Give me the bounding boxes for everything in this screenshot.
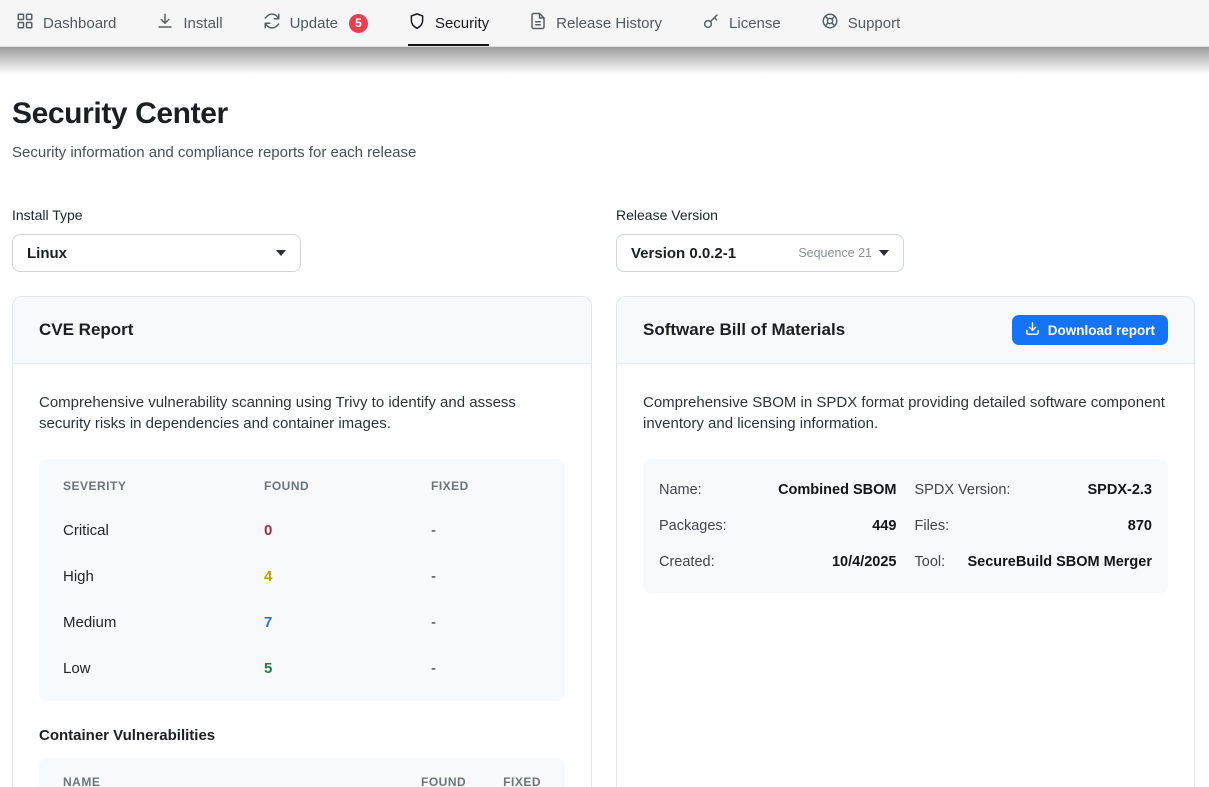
info-value: 449 [872,518,896,534]
install-type-label: Install Type [12,207,592,223]
sbom-info-table: Name: Combined SBOM SPDX Version: SPDX-2… [643,459,1168,593]
severity-table: SEVERITY FOUND FIXED Critical 0 - High 4… [39,459,565,701]
found-count: 5 [264,660,431,677]
install-type-value: Linux [27,245,67,262]
fixed-count: - [431,660,541,677]
page-subtitle: Security information and compliance repo… [12,144,1195,161]
container-vulnerabilities-title: Container Vulnerabilities [39,727,565,744]
nav-item-dashboard[interactable]: Dashboard [16,0,116,46]
chevron-down-icon [276,250,286,256]
nav-item-label: Support [848,15,901,32]
fixed-column-header: FIXED [431,479,541,493]
release-version-label: Release Version [616,207,1195,223]
release-version-select[interactable]: Version 0.0.2-1 Sequence 21 [616,234,904,272]
cve-card-title: CVE Report [39,320,133,340]
sbom-card: Software Bill of Materials Download repo… [616,296,1195,787]
cve-card-body: Comprehensive vulnerability scanning usi… [13,364,591,787]
nav-item-label: Dashboard [43,15,116,32]
chevron-down-icon [879,250,889,256]
security-center-page: Security Center Security information and… [0,97,1209,787]
info-label: Tool: [915,554,946,570]
fixed-column-header: FIXED [499,775,541,787]
info-label: Name: [659,482,702,498]
found-count: 7 [264,614,431,631]
fixed-count: - [431,522,541,539]
info-label: SPDX Version: [915,482,1011,498]
info-label: Packages: [659,518,727,534]
found-count: 0 [264,522,431,539]
info-value: 870 [1128,518,1152,534]
sbom-description: Comprehensive SBOM in SPDX format provid… [643,392,1168,434]
info-value: Combined SBOM [778,482,896,498]
install-type-select[interactable]: Linux [12,234,301,272]
name-column-header: NAME [63,775,421,787]
severity-label: Low [63,660,264,677]
filters-row: Install Type Linux Release Version Versi… [12,207,1195,272]
nav-item-update[interactable]: Update 5 [263,0,368,46]
download-report-label: Download report [1048,323,1155,338]
download-report-button[interactable]: Download report [1012,315,1168,345]
info-value: SPDX-2.3 [1088,482,1152,498]
sbom-info-name: Name: Combined SBOM [659,472,897,508]
nav-item-label: Update [290,15,338,32]
release-version-filter: Release Version Version 0.0.2-1 Sequence… [616,207,1195,272]
support-lifebuoy-icon [821,12,839,34]
sbom-info-packages: Packages: 449 [659,508,897,544]
severity-label: High [63,568,264,585]
nav-item-label: Install [183,15,222,32]
info-label: Created: [659,554,715,570]
dashboard-grid-icon [16,12,34,34]
table-row: Low 5 - [63,660,541,677]
download-icon [1025,321,1040,339]
nav-item-support[interactable]: Support [821,0,901,46]
update-refresh-icon [263,12,281,34]
found-column-header: FOUND [421,775,499,787]
license-key-icon [702,12,720,34]
install-type-filter: Install Type Linux [12,207,592,272]
sbom-info-tool: Tool: SecureBuild SBOM Merger [915,544,1153,580]
fixed-count: - [431,568,541,585]
sbom-card-title: Software Bill of Materials [643,320,845,340]
nav-item-release-history[interactable]: Release History [529,0,662,46]
table-row: Medium 7 - [63,614,541,631]
cve-description: Comprehensive vulnerability scanning usi… [39,392,565,434]
nav-item-security[interactable]: Security [408,0,489,46]
nav-item-label: Security [435,15,489,32]
sbom-info-files: Files: 870 [915,508,1153,544]
nav-item-label: License [729,15,781,32]
nav-item-label: Release History [556,15,662,32]
release-history-document-icon [529,12,547,34]
security-shield-icon [408,12,426,34]
severity-label: Critical [63,522,264,539]
table-row: High 4 - [63,568,541,585]
nav-item-install[interactable]: Install [156,0,222,46]
sbom-card-header: Software Bill of Materials Download repo… [617,297,1194,364]
install-download-icon [156,12,174,34]
release-version-value: Version 0.0.2-1 [631,245,736,262]
sbom-info-created: Created: 10/4/2025 [659,544,897,580]
update-count-badge: 5 [349,14,368,33]
info-label: Files: [915,518,950,534]
severity-table-header: SEVERITY FOUND FIXED [63,479,541,493]
top-navigation: Dashboard Install Update 5 Security [0,0,1209,47]
info-value: 10/4/2025 [832,554,897,570]
release-sequence-hint: Sequence 21 [798,246,872,260]
sbom-card-body: Comprehensive SBOM in SPDX format provid… [617,364,1194,621]
found-count: 4 [264,568,431,585]
severity-column-header: SEVERITY [63,479,264,493]
nav-scroll-shadow [0,47,1209,74]
table-row: Critical 0 - [63,522,541,539]
cve-card-header: CVE Report [13,297,591,364]
severity-label: Medium [63,614,264,631]
container-vulnerabilities-table: NAME FOUND FIXED [39,758,565,787]
container-table-header: NAME FOUND FIXED [63,775,541,787]
info-value: SecureBuild SBOM Merger [967,554,1152,570]
page-title: Security Center [12,97,1195,131]
found-column-header: FOUND [264,479,431,493]
nav-item-license[interactable]: License [702,0,781,46]
sbom-info-spdx-version: SPDX Version: SPDX-2.3 [915,472,1153,508]
report-cards: CVE Report Comprehensive vulnerability s… [12,296,1195,787]
cve-report-card: CVE Report Comprehensive vulnerability s… [12,296,592,787]
fixed-count: - [431,614,541,631]
